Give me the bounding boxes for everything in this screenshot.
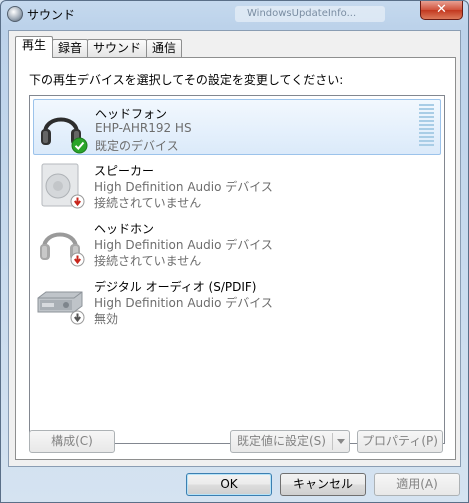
device-model: High Definition Audio デバイス [94, 238, 273, 252]
device-status: 無効 [94, 312, 119, 326]
background-window-title: WindowsUpdateInfo... [235, 6, 385, 22]
tab-sounds[interactable]: サウンド [87, 39, 148, 58]
tab-communications[interactable]: 通信 [146, 39, 183, 58]
close-button[interactable]: ✕ [420, 1, 463, 20]
disabled-badge [70, 310, 85, 325]
device-model: High Definition Audio デバイス [94, 180, 273, 194]
playback-panel: 下の再生デバイスを選択してその設定を変更してください: ヘッドフォン EHP-A… [15, 57, 456, 460]
disconnected-badge [70, 252, 85, 267]
device-item-digital-audio[interactable]: デジタル オーディオ (S/PDIF) High Definition Audi… [33, 273, 441, 329]
tab-strip: 再生 録音 サウンド 通信 [15, 36, 183, 58]
device-item-headphones-default[interactable]: ヘッドフォン EHP-AHR192 HS 既定のデバイス [33, 99, 441, 155]
configure-button[interactable]: 構成(C) [29, 430, 115, 453]
chevron-down-icon[interactable] [337, 439, 345, 444]
apply-button[interactable]: 適用(A) [374, 473, 460, 496]
disconnected-badge [70, 194, 85, 209]
device-model: High Definition Audio デバイス [94, 296, 273, 310]
device-item-speakers[interactable]: スピーカー High Definition Audio デバイス 接続されていま… [33, 157, 441, 213]
properties-button[interactable]: プロパティ(P) [357, 430, 443, 453]
volume-level-meter [419, 104, 434, 150]
window-title: サウンド [27, 8, 76, 22]
device-name: ヘッドフォン [95, 107, 168, 121]
ok-button[interactable]: OK [186, 473, 272, 496]
default-check-badge [71, 137, 88, 154]
tab-playback[interactable]: 再生 [15, 36, 54, 58]
instruction-text: 下の再生デバイスを選択してその設定を変更してください: [29, 73, 344, 87]
dialog-body: 再生 録音 サウンド 通信 下の再生デバイスを選択してその設定を変更してください… [8, 30, 461, 467]
split-separator [332, 433, 333, 450]
device-name: ヘッドホン [94, 222, 155, 236]
device-status: 接続されていません [94, 196, 202, 210]
device-status: 接続されていません [94, 254, 202, 268]
device-list[interactable]: ヘッドフォン EHP-AHR192 HS 既定のデバイス スピーカー High … [29, 95, 445, 444]
title-bar[interactable]: サウンド WindowsUpdateInfo... ✕ [1, 1, 468, 29]
device-name: スピーカー [94, 164, 155, 178]
tab-recording[interactable]: 録音 [52, 39, 89, 58]
device-name: デジタル オーディオ (S/PDIF) [94, 280, 257, 294]
set-default-label: 既定値に設定(S) [237, 434, 326, 448]
sound-dialog-window: サウンド WindowsUpdateInfo... ✕ 再生 録音 サウンド 通… [0, 0, 469, 503]
sound-app-icon [7, 6, 23, 22]
device-item-headphones-hda[interactable]: ヘッドホン High Definition Audio デバイス 接続されていま… [33, 215, 441, 271]
device-model: EHP-AHR192 HS [95, 121, 192, 135]
device-status: 既定のデバイス [95, 139, 179, 153]
cancel-button[interactable]: キャンセル [280, 473, 366, 496]
set-default-button[interactable]: 既定値に設定(S) [230, 430, 350, 453]
